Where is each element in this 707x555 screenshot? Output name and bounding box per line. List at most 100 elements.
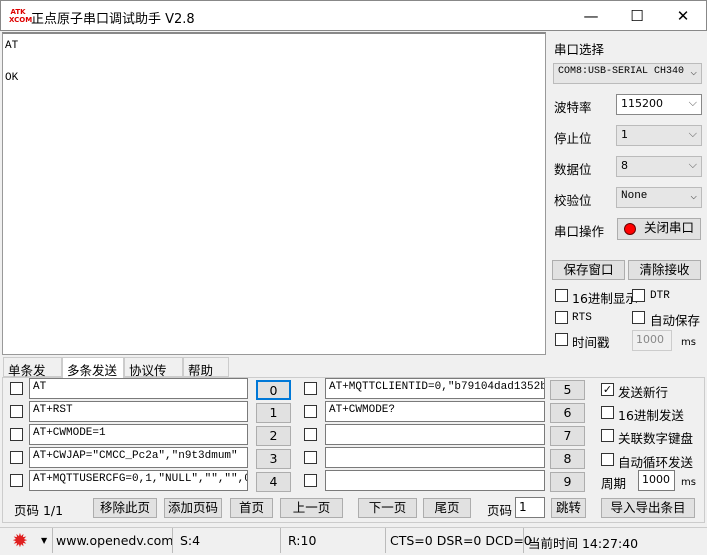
rts-checkbox[interactable] [555,311,568,324]
dropdown-arrow-icon[interactable]: ▼ [41,536,47,545]
timestamp-input[interactable]: 1000 [632,330,672,351]
hex-display-checkbox[interactable] [555,289,568,302]
close-button[interactable]: ✕ [660,5,706,27]
import-export-button[interactable]: 导入导出条目 [601,498,695,518]
row-checkbox[interactable] [304,405,317,418]
close-port-button[interactable]: 关闭串口 [617,218,701,240]
period-input[interactable]: 1000 [638,470,675,491]
port-select[interactable]: COM8:USB-SERIAL CH340 ⌵ [553,63,702,84]
last-page-button[interactable]: 尾页 [423,498,471,518]
status-divider [52,528,53,553]
send-string-input[interactable]: AT+CWMODE? [325,401,545,422]
port-label: 串口选择 [554,42,605,57]
row-checkbox[interactable] [10,451,23,464]
add-page-button[interactable]: 添加页码 [164,498,222,518]
numpad-checkbox[interactable] [601,429,614,442]
status-divider [523,528,524,553]
row-checkbox[interactable] [304,428,317,441]
send-string-input[interactable] [325,424,545,445]
jump-button[interactable]: 跳转 [551,498,586,518]
row-checkbox[interactable] [10,474,23,487]
minimize-button[interactable]: — [568,5,614,27]
row-checkbox[interactable] [304,474,317,487]
send-string-input[interactable] [325,447,545,468]
settings-gear-icon[interactable]: ✹ [12,530,28,552]
chevron-down-icon: ⌵ [688,96,697,109]
tab-single-send[interactable]: 单条发送 [3,357,62,397]
send-row-button[interactable]: 3 [256,449,291,469]
send-string-input[interactable]: AT+CWMODE=1 [29,424,248,445]
received-count: R:10 [288,533,317,548]
stop-select[interactable]: 1 ⌵ [616,125,702,146]
send-string-input[interactable] [325,470,545,491]
hex-send-label: 16进制发送 [618,408,684,423]
port-value: COM8:USB-SERIAL CH340 [558,66,685,77]
send-string-input[interactable]: AT [29,378,248,399]
tab-multi-send[interactable]: 多条发送 [62,357,124,378]
row-checkbox[interactable] [304,451,317,464]
timestamp-checkbox[interactable] [555,333,568,346]
send-row-button[interactable]: 9 [550,472,585,492]
sent-count: S:4 [180,533,201,548]
timestamp-ms-label: ms [681,337,696,348]
row-checkbox[interactable] [10,405,23,418]
hex-display-label: 16进制显示 [572,291,638,306]
numpad-label: 关联数字键盘 [618,431,694,446]
auto-loop-checkbox[interactable] [601,453,614,466]
baud-select[interactable]: 115200 ⌵ [616,94,702,115]
maximize-button[interactable]: ☐ [614,5,660,27]
parity-value: None [621,190,648,202]
data-select[interactable]: 8 ⌵ [616,156,702,177]
chevron-down-icon: ⌵ [688,127,697,140]
save-window-button[interactable]: 保存窗口 [552,260,625,280]
window-title: 正点原子串口调试助手 V2.8 [31,12,195,27]
data-value: 8 [621,159,628,172]
send-newline-label: 发送新行 [618,385,669,400]
row-checkbox[interactable] [304,382,317,395]
send-row-button[interactable]: 4 [256,472,291,492]
receive-area[interactable]: AT OK [2,32,546,355]
send-row-button[interactable]: 1 [256,403,291,423]
send-row-button[interactable]: 0 [256,380,291,400]
period-ms-label: ms [681,477,696,488]
hex-send-checkbox[interactable] [601,406,614,419]
page-info: 页码 1/1 [14,503,64,518]
parity-label: 校验位 [554,193,592,208]
close-port-label: 关闭串口 [643,220,694,235]
website-link[interactable]: www.openedv.com [56,533,173,548]
tab-help[interactable]: 帮助 [183,357,229,378]
send-row-button[interactable]: 6 [550,403,585,423]
auto-save-label: 自动保存 [650,313,701,328]
auto-loop-label: 自动循环发送 [618,455,694,470]
title-bar: ATK XCOM 正点原子串口调试助手 V2.8 — ☐ ✕ [0,0,707,31]
send-row-button[interactable]: 8 [550,449,585,469]
modem-lines: CTS=0 DSR=0 DCD=0 [390,533,532,548]
row-checkbox[interactable] [10,428,23,441]
stop-label: 停止位 [554,131,592,146]
chevron-down-icon: ⌵ [688,158,697,171]
row-checkbox[interactable] [10,382,23,395]
parity-select[interactable]: None ⌵ [616,187,702,208]
send-string-input[interactable]: AT+MQTTUSERCFG=0,1,"NULL","","",0,0, [29,470,248,491]
period-label: 周期 [601,476,627,491]
send-row-button[interactable]: 7 [550,426,585,446]
tab-protocol[interactable]: 协议传输 [124,357,183,397]
timestamp-label: 时间戳 [572,335,610,350]
page-number-label: 页码 [487,503,513,518]
send-string-input[interactable]: AT+RST [29,401,248,422]
dtr-checkbox[interactable] [632,289,645,302]
baud-value: 115200 [621,97,663,110]
next-page-button[interactable]: 下一页 [358,498,417,518]
clear-receive-button[interactable]: 清除接收 [628,260,701,280]
send-row-button[interactable]: 5 [550,380,585,400]
send-string-input[interactable]: AT+CWJAP="CMCC_Pc2a","n9t3dmum" [29,447,248,468]
auto-save-checkbox[interactable] [632,311,645,324]
send-newline-checkbox[interactable]: ✓ [601,383,614,396]
send-row-button[interactable]: 2 [256,426,291,446]
rts-label: RTS [572,312,592,324]
first-page-button[interactable]: 首页 [230,498,273,518]
send-string-input[interactable]: AT+MQTTCLIENTID=0,"b79104dad1352b065 [325,378,545,399]
prev-page-button[interactable]: 上一页 [280,498,343,518]
page-number-input[interactable]: 1 [515,497,545,518]
remove-page-button[interactable]: 移除此页 [93,498,157,518]
